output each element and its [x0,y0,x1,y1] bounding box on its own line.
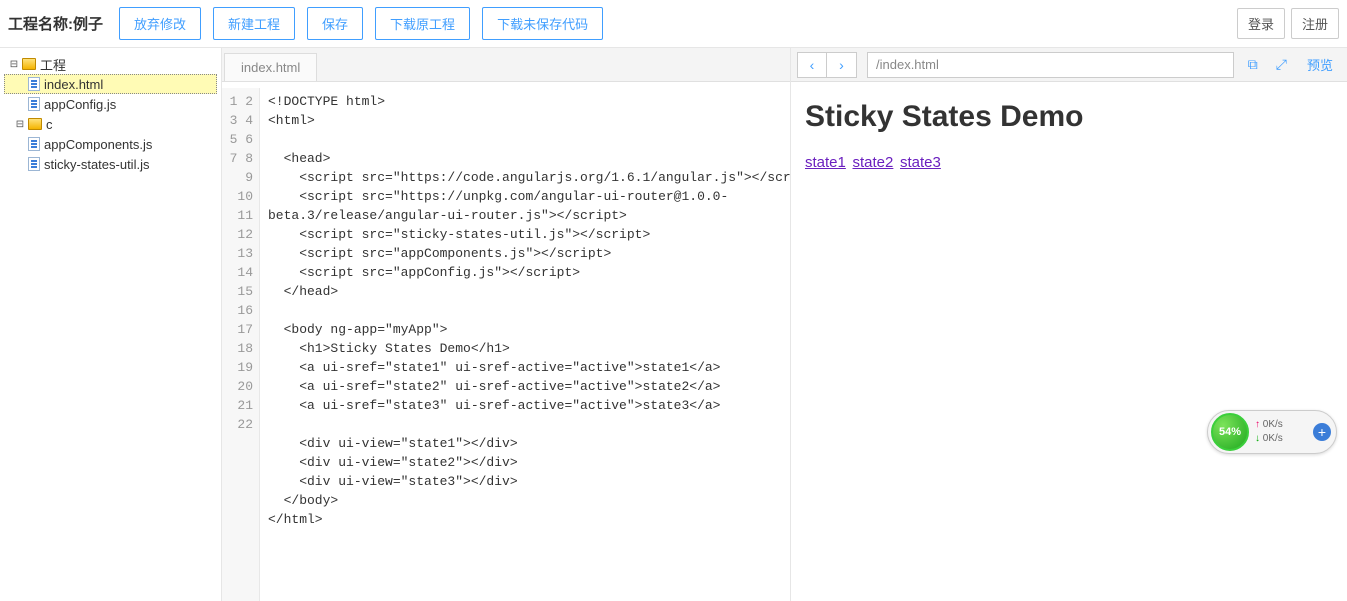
tree-root[interactable]: ⊟ 工程 [4,54,217,74]
network-rates: 0K/s 0K/s [1249,418,1313,446]
code-editor[interactable]: 1 2 3 4 5 6 7 8 9 10 11 12 13 14 15 16 1… [222,82,790,601]
network-widget[interactable]: 54% 0K/s 0K/s + [1207,410,1337,454]
preview-body: Sticky States Demo state1 state2 state3 [791,82,1347,601]
nav-back-button[interactable]: ‹ [797,52,827,78]
network-percent-circle: 54% [1211,413,1249,451]
main-layout: ⊟ 工程 index.html appConfig.js ⊟ c appComp… [0,48,1347,601]
preview-heading: Sticky States Demo [805,100,1333,134]
line-gutter: 1 2 3 4 5 6 7 8 9 10 11 12 13 14 15 16 1… [222,88,260,601]
login-button[interactable]: 登录 [1237,8,1285,39]
editor-tab[interactable]: index.html [224,53,317,81]
folder-icon [28,118,42,130]
minus-icon[interactable]: ⊟ [14,119,26,130]
tree-file-index[interactable]: index.html [4,74,217,94]
code-content[interactable]: <!DOCTYPE html> <html> <head> <script sr… [260,88,790,601]
register-button[interactable]: 注册 [1291,8,1339,39]
preview-links: state1 state2 state3 [805,154,1333,171]
network-upload-rate: 0K/s [1255,418,1313,432]
nav-forward-button[interactable]: › [827,52,857,78]
top-toolbar: 工程名称:例子 放弃修改 新建工程 保存 下载原工程 下载未保存代码 登录 注册 [0,0,1347,48]
expand-icon[interactable]: ⤢ [1272,56,1291,73]
file-icon [28,97,40,111]
save-button[interactable]: 保存 [307,7,363,40]
copy-icon[interactable]: ⧉ [1244,56,1262,73]
file-tree: ⊟ 工程 index.html appConfig.js ⊟ c appComp… [0,48,222,601]
preview-url-box[interactable]: /index.html [867,52,1234,78]
chevron-right-icon: › [839,57,844,73]
preview-toolbar: ‹ › /index.html ⧉ ⤢ 预览 [791,48,1347,82]
discard-button[interactable]: 放弃修改 [119,7,201,40]
project-name-label: 工程名称:例子 [8,13,103,34]
nav-group: ‹ › [797,52,857,78]
network-add-icon[interactable]: + [1313,423,1331,441]
tree-label: sticky-states-util.js [44,157,149,172]
chevron-left-icon: ‹ [810,57,815,73]
file-icon [28,157,40,171]
new-project-button[interactable]: 新建工程 [213,7,295,40]
tree-label: appComponents.js [44,137,152,152]
network-download-rate: 0K/s [1255,432,1313,446]
tree-label: 工程 [40,55,66,74]
folder-icon [22,58,36,70]
tree-folder-c[interactable]: ⊟ c [4,114,217,134]
minus-icon[interactable]: ⊟ [8,59,20,70]
preview-link-state3[interactable]: state3 [900,154,941,171]
tree-file-appconfig[interactable]: appConfig.js [4,94,217,114]
tree-label: appConfig.js [44,97,116,112]
file-icon [28,77,40,91]
tree-label: c [46,117,53,132]
tree-file-stickyutil[interactable]: sticky-states-util.js [4,154,217,174]
tree-file-appcomponents[interactable]: appComponents.js [4,134,217,154]
file-icon [28,137,40,151]
preview-link-state2[interactable]: state2 [853,154,894,171]
tree-label: index.html [44,77,103,92]
auth-box: 登录 注册 [1237,8,1339,39]
download-unsaved-button[interactable]: 下载未保存代码 [482,7,603,40]
preview-column: ‹ › /index.html ⧉ ⤢ 预览 Sticky States Dem… [791,48,1347,601]
editor-column: index.html 1 2 3 4 5 6 7 8 9 10 11 12 13… [222,48,791,601]
toolbar-buttons: 放弃修改 新建工程 保存 下载原工程 下载未保存代码 [119,7,603,40]
preview-link-state1[interactable]: state1 [805,154,846,171]
download-original-button[interactable]: 下载原工程 [375,7,470,40]
preview-label[interactable]: 预览 [1301,55,1341,74]
editor-tab-bar: index.html [222,48,790,82]
